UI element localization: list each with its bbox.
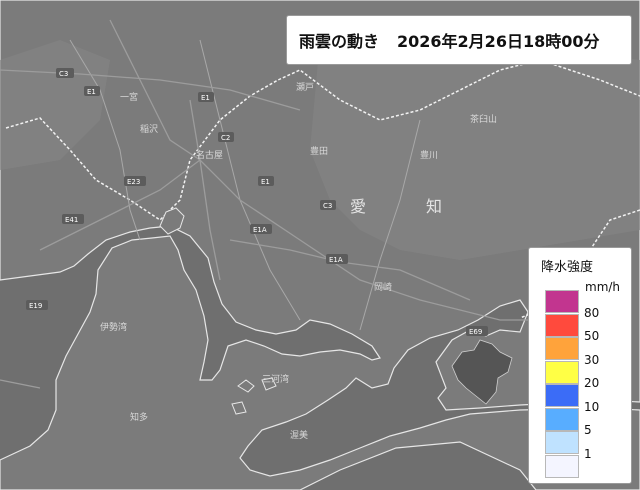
legend-value: 20 [584,376,600,390]
legend-swatch [545,360,579,384]
legend-unit: mm/h [585,280,621,294]
prefecture-char: 知 [426,197,442,216]
timestamp: 2026年2月26日18時00分 [397,32,600,51]
place-label: 岡崎 [374,281,392,293]
place-label: 渥美 [290,429,308,441]
place-label: 豊川 [420,149,438,161]
road-badge: C2 [221,134,230,142]
place-label: 三河湾 [262,373,289,385]
place-label: 稲沢 [140,123,158,135]
road-badge: E1A [329,256,343,264]
place-label: 伊勢湾 [100,321,127,333]
road-badge: E69 [469,328,482,336]
road-badge: E1 [201,94,210,102]
legend-swatch [545,431,579,454]
place-label: 一宮 [120,91,138,103]
legend-value: 50 [584,329,600,343]
legend-swatch [545,290,579,313]
place-label: 知多 [130,411,148,423]
legend-value: 5 [584,423,592,437]
place-label: 瀬戸 [296,81,314,93]
road-badge: E1 [87,88,96,96]
road-badge: E1 [261,178,270,186]
prefecture-char: 愛 [350,197,366,216]
road-badge: E41 [65,216,78,224]
legend-swatch [545,407,579,431]
legend-value: 30 [584,352,600,367]
legend-value: 80 [584,305,600,320]
place-label: 豊田 [310,145,328,157]
road-badge: E1A [253,226,267,234]
road-badge: C3 [59,70,68,78]
legend-value: 1 [584,446,592,461]
legend-swatch [545,337,579,360]
legend-swatch [545,384,579,407]
place-label: 茶臼山 [470,113,497,125]
page-title: 雨雲の動き [299,32,380,51]
road-badge: E23 [127,178,140,186]
precipitation-legend: 降水強度 mm/h 80 50 30 20 10 5 1 [528,247,632,484]
road-badge: E19 [29,302,42,310]
legend-swatch [545,313,579,337]
place-label: 名古屋 [196,149,223,161]
legend-title: 降水強度 [541,260,594,275]
road-badge: C3 [323,202,332,210]
title-box: 雨雲の動き 2026年2月26日18時00分 [286,15,632,65]
legend-value: 10 [584,399,600,414]
legend-swatch [545,454,579,478]
